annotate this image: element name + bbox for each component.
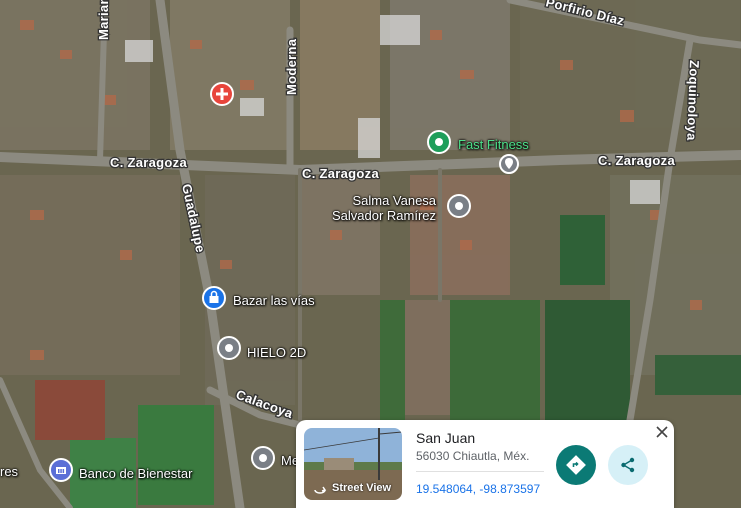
- poi-label-salma-vanesa[interactable]: Salma Vanesa Salvador Ramírez: [332, 193, 436, 223]
- bank-icon[interactable]: [48, 458, 74, 484]
- directions-icon: [566, 455, 586, 475]
- place-coordinates[interactable]: 19.548064, -98.873597: [416, 482, 540, 496]
- street-view-text: Street View: [332, 482, 392, 494]
- road-label-zaragoza-center: C. Zaragoza: [302, 166, 379, 181]
- close-button[interactable]: [652, 422, 672, 442]
- street-view-thumbnail[interactable]: Street View: [304, 428, 402, 500]
- poi-label-fast-fitness[interactable]: Fast Fitness: [458, 137, 529, 152]
- share-button[interactable]: [608, 445, 648, 485]
- card-divider: [416, 471, 544, 472]
- location-pin-icon[interactable]: [216, 336, 242, 362]
- poi-label-banco[interactable]: Banco de Bienestar: [79, 466, 192, 481]
- location-pin-icon[interactable]: [250, 446, 276, 472]
- fitness-icon[interactable]: [426, 130, 452, 156]
- hospital-icon[interactable]: [209, 82, 235, 108]
- poi-label-bazar[interactable]: Bazar las vías: [233, 293, 315, 308]
- road-label-mariano: Mariano: [96, 0, 111, 40]
- share-icon: [621, 457, 635, 473]
- road-label-moderna: Moderna: [284, 38, 299, 95]
- place-address: 56030 Chiautla, Méx.: [416, 449, 530, 463]
- poi-label-res: res: [0, 464, 19, 479]
- location-pin-icon[interactable]: [498, 153, 520, 175]
- road-label-zaragoza-right: C. Zaragoza: [598, 153, 675, 168]
- place-title: San Juan: [416, 430, 476, 446]
- close-icon: [656, 426, 668, 438]
- place-info-card[interactable]: Street View San Juan 56030 Chiautla, Méx…: [296, 420, 674, 508]
- directions-button[interactable]: [556, 445, 596, 485]
- poi-label-hielo[interactable]: HIELO 2D: [247, 345, 306, 360]
- street-view-icon: [314, 486, 327, 494]
- road-label-zaragoza-left: C. Zaragoza: [110, 155, 187, 170]
- location-pin-icon[interactable]: [446, 194, 472, 220]
- road-label-zoquinoloya: Zoquinoloya: [684, 60, 702, 142]
- street-view-label[interactable]: Street View: [312, 482, 391, 494]
- shopping-bag-icon[interactable]: [201, 286, 227, 312]
